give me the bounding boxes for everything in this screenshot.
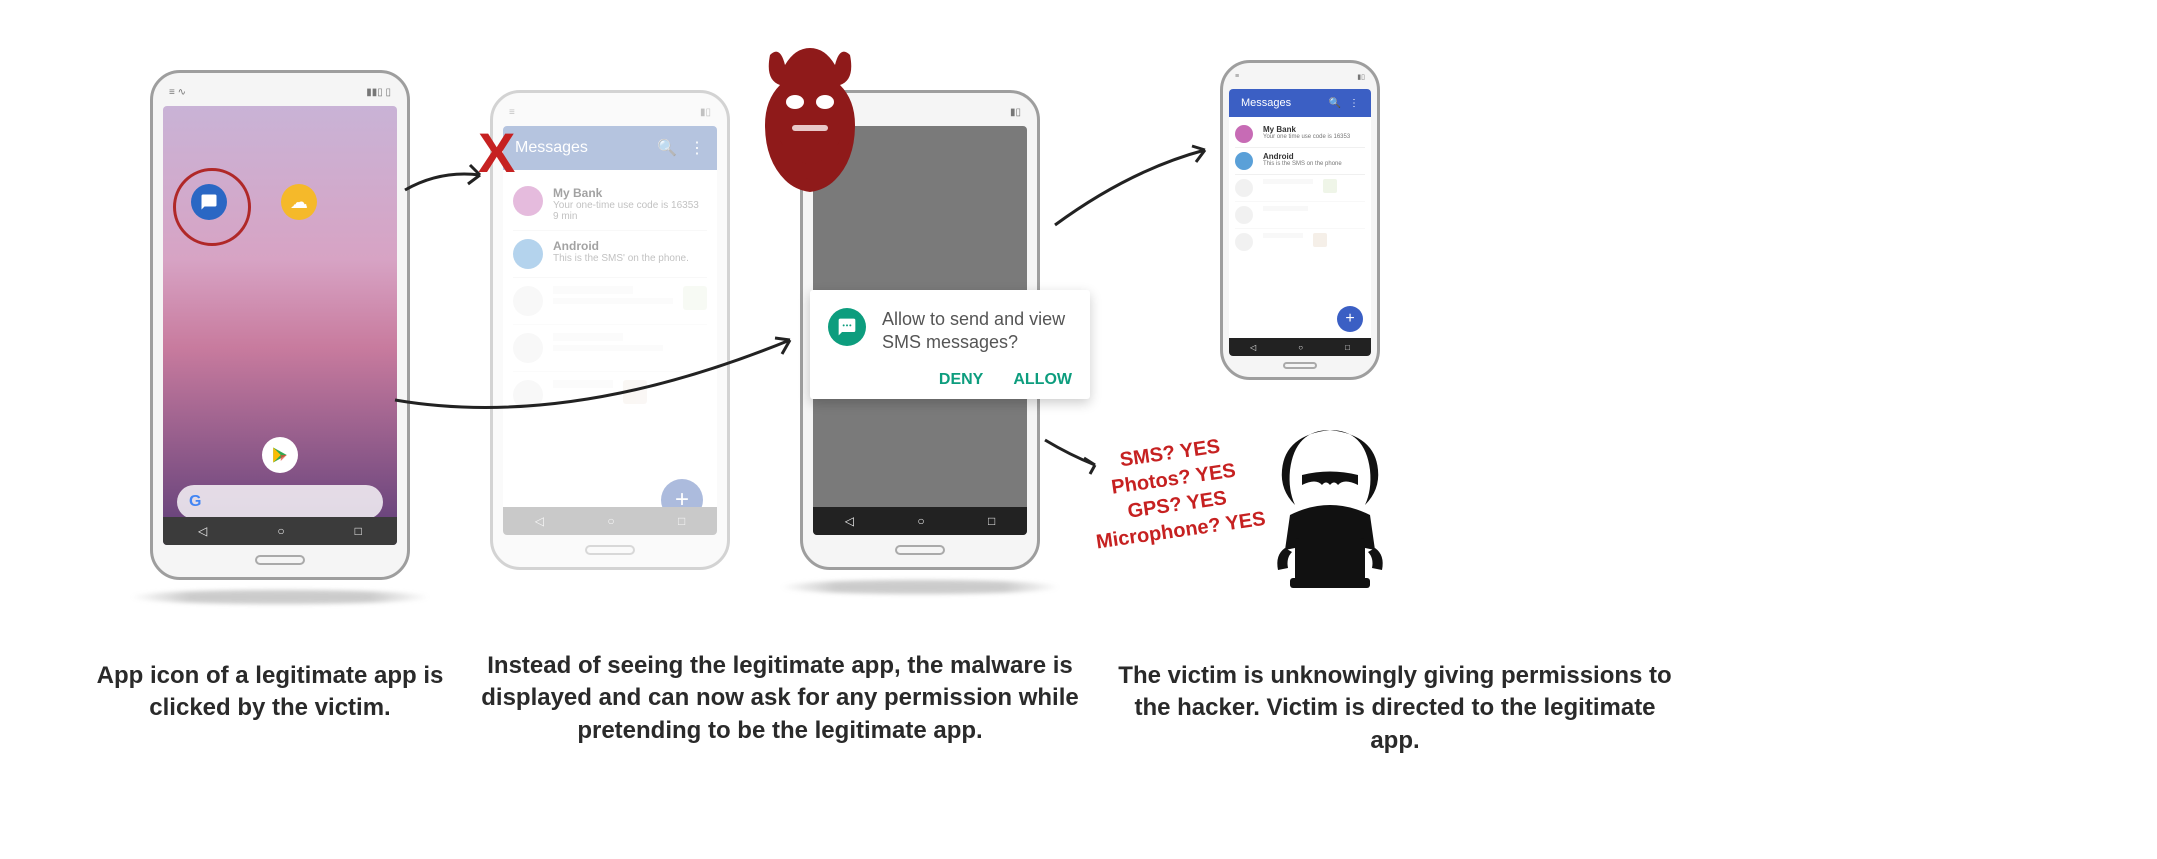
shadow [780,580,1060,594]
nav-back-icon[interactable]: ◁ [845,514,854,528]
play-store-icon[interactable] [262,437,298,473]
physical-home-button [1283,362,1317,369]
status-bar: ≡▮▯ [1229,71,1371,83]
time: 9 min [553,211,699,222]
arrow-4 [1040,430,1110,480]
sender: My Bank [1263,125,1350,134]
nav-back-icon[interactable]: ◁ [1250,343,1256,352]
nav-recent-icon[interactable]: □ [355,524,362,538]
sender: Android [1263,152,1342,161]
sms-permission-icon [828,308,866,346]
preview: This is the SMS on the phone [1263,161,1342,167]
nav-recent-icon[interactable]: □ [988,514,995,528]
arrow-2 [390,320,810,440]
messages-list: My Bank Your one time use code is 16353 … [1229,117,1371,340]
caption-step-2: Instead of seeing the legitimate app, th… [470,650,1090,747]
sender: Android [553,239,689,253]
nav-bar: ◁ ○ □ [813,507,1027,535]
message-row[interactable]: My Bank Your one time use code is 16353 [1235,121,1365,148]
nav-home-icon[interactable]: ○ [277,524,284,538]
preview: Your one time use code is 16353 [1263,134,1350,140]
nav-bar: ◁ ○ □ [1229,338,1371,356]
physical-home-button [255,555,305,565]
devil-malware-icon [740,40,880,205]
hacker-icon [1240,420,1420,605]
nav-back-icon[interactable]: ◁ [198,524,207,538]
menu-icon[interactable]: ⋮ [1349,98,1359,109]
search-icon[interactable]: 🔍 [657,138,677,158]
google-g-icon: G [189,493,201,511]
nav-bar: ◁ ○ □ [163,517,397,545]
physical-home-button [585,545,635,555]
compose-fab[interactable]: + [1337,306,1363,332]
messages-header: Messages 🔍 ⋮ [503,126,717,170]
status-bar: ≡▮▯ [503,105,717,120]
avatar [513,186,543,216]
weather-app-icon[interactable]: ☁ [281,184,317,220]
nav-bar: ◁ ○ □ [503,507,717,535]
message-row [1235,229,1365,255]
highlight-circle-icon [173,168,251,246]
shadow [130,590,430,604]
allow-button[interactable]: ALLOW [1013,371,1072,389]
nav-recent-icon[interactable]: □ [1345,343,1350,352]
physical-home-button [895,545,945,555]
messages-header: Messages 🔍 ⋮ [1229,89,1371,117]
caption-step-3: The victim is unknowingly giving permiss… [1110,660,1680,757]
status-bar: ≡ ∿▮▮▯ ▯ [163,85,397,100]
nav-home-icon[interactable]: ○ [1298,343,1303,352]
phone-victim-homescreen: ≡ ∿▮▮▯ ▯ ☁ G ◁ ○ □ [150,70,410,580]
message-row [1235,202,1365,229]
caption-step-1: App icon of a legitimate app is clicked … [90,660,450,725]
message-row[interactable]: Android This is the SMS' on the phone. [513,231,707,278]
arrow-3 [1050,140,1220,240]
avatar [1235,152,1253,170]
menu-icon[interactable]: ⋮ [689,138,705,158]
nav-recent-icon[interactable]: □ [678,514,685,528]
search-icon[interactable]: 🔍 [1329,98,1341,109]
home-wallpaper: ☁ G [163,106,397,545]
deny-button[interactable]: DENY [939,371,983,389]
messages-title: Messages [515,139,657,157]
permission-dialog: Allow to send and view SMS messages? DEN… [810,290,1090,399]
nav-home-icon[interactable]: ○ [917,514,924,528]
arrow-1 [400,150,500,210]
sender: My Bank [553,186,699,200]
message-row [513,278,707,325]
nav-back-icon[interactable]: ◁ [535,514,544,528]
messages-title: Messages [1241,97,1329,109]
phone-legit-app-shown: ≡▮▯ Messages 🔍 ⋮ My Bank Your one time u… [1220,60,1380,380]
google-search-bar[interactable]: G [177,485,383,519]
preview: This is the SMS' on the phone. [553,253,689,264]
message-row[interactable]: My Bank Your one-time use code is 16353 … [513,178,707,231]
nav-home-icon[interactable]: ○ [607,514,614,528]
preview: Your one-time use code is 16353 [553,200,699,211]
message-row[interactable]: Android This is the SMS on the phone [1235,148,1365,175]
permission-text: Allow to send and view SMS messages? [882,308,1072,355]
avatar [513,286,543,316]
avatar [1235,125,1253,143]
avatar [513,239,543,269]
message-row [1235,175,1365,202]
